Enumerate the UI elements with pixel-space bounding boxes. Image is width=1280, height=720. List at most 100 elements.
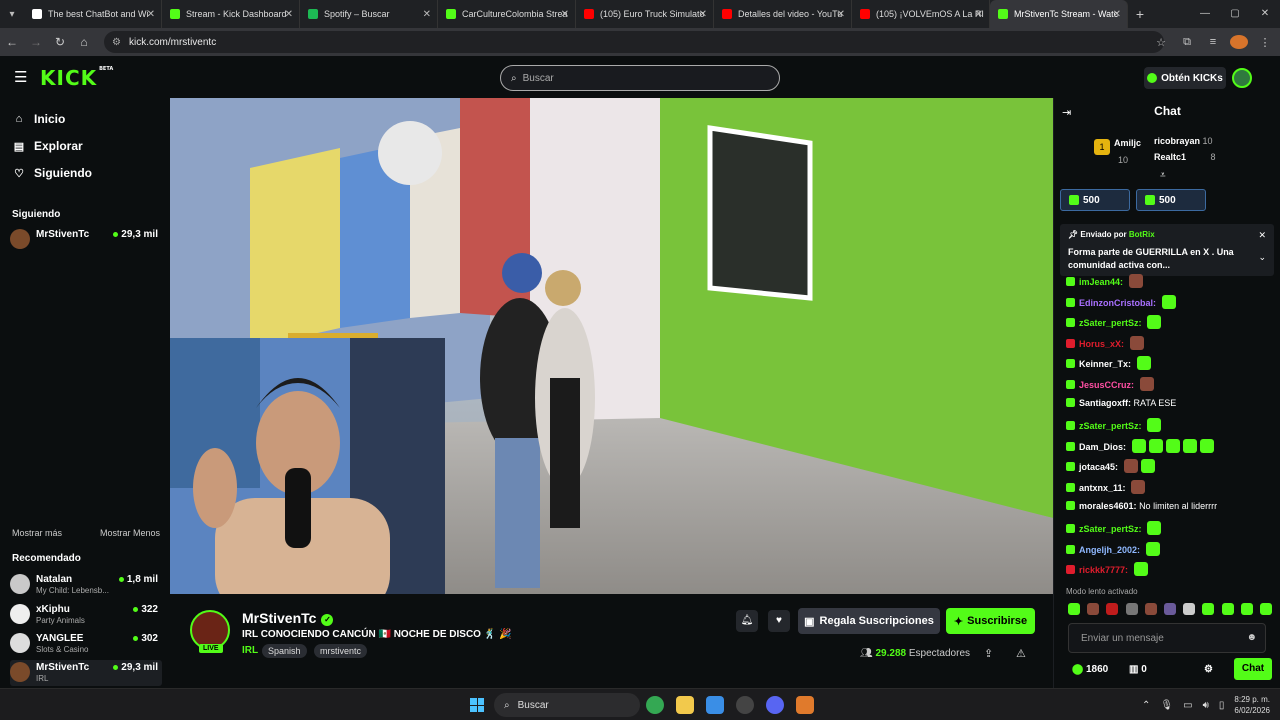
close-tab-icon[interactable]: ✕ bbox=[699, 9, 707, 20]
browser-menu-icon[interactable]: ⋮ bbox=[1256, 36, 1274, 49]
close-tab-icon[interactable]: ✕ bbox=[975, 9, 983, 20]
tray-chevron-icon[interactable]: ⌃ bbox=[1142, 700, 1150, 711]
close-tab-icon[interactable]: ✕ bbox=[423, 9, 431, 20]
chat-message[interactable]: EdinzonCristobal: bbox=[1066, 294, 1276, 309]
chat-message[interactable]: zSater_pertSz: bbox=[1066, 418, 1276, 433]
chat-message[interactable]: Santiagoxff: RATA ESE bbox=[1066, 397, 1276, 408]
chat-message[interactable]: Dam_Dios: bbox=[1066, 438, 1276, 453]
stream-category[interactable]: IRL bbox=[242, 645, 258, 656]
close-tab-icon[interactable]: ✕ bbox=[147, 9, 155, 20]
media-icon[interactable]: ≡ bbox=[1204, 36, 1222, 48]
emote[interactable] bbox=[1087, 603, 1100, 615]
discord-icon[interactable] bbox=[766, 696, 784, 714]
emote[interactable] bbox=[1240, 603, 1253, 615]
recommended-channel[interactable]: YANGLEE Slots & Casino 302 bbox=[10, 631, 162, 657]
chat-message[interactable]: zSater_pertSz: bbox=[1066, 315, 1276, 330]
chat-message[interactable]: morales4601: No limiten al liderrrr bbox=[1066, 500, 1276, 511]
chat-username[interactable]: zSater_pertSz: bbox=[1079, 318, 1142, 328]
report-warning-icon[interactable]: ⚠ bbox=[1016, 647, 1026, 660]
emote[interactable] bbox=[1144, 603, 1157, 615]
store-app-icon[interactable] bbox=[706, 696, 724, 714]
battery-icon[interactable]: ▯ bbox=[1219, 700, 1225, 711]
emote[interactable] bbox=[1221, 603, 1234, 615]
kicks-goal-pill[interactable]: 500 bbox=[1060, 189, 1130, 211]
extensions-icon[interactable]: ⧉ bbox=[1178, 36, 1196, 49]
chat-username[interactable]: imJean44: bbox=[1079, 277, 1123, 287]
close-tab-icon[interactable]: ✕ bbox=[285, 9, 293, 20]
emote[interactable] bbox=[1183, 603, 1196, 615]
tag-spanish[interactable]: Spanish bbox=[262, 644, 307, 658]
other-balance[interactable]: 0 bbox=[1141, 664, 1147, 675]
unpin-icon[interactable]: ✕ bbox=[1258, 230, 1266, 241]
kicks-balance[interactable]: 1860 bbox=[1086, 664, 1108, 675]
search-input[interactable]: ⌕ Buscar bbox=[500, 65, 780, 91]
chat-username[interactable]: Horus_xX: bbox=[1079, 339, 1124, 349]
emote[interactable] bbox=[1106, 603, 1119, 615]
chat-message[interactable]: Angelјh_2002: bbox=[1066, 541, 1276, 556]
menu-icon[interactable]: ☰ bbox=[14, 68, 27, 86]
chat-username[interactable]: Keinner_Tx: bbox=[1079, 359, 1131, 369]
follow-heart-icon[interactable]: ♥ bbox=[768, 610, 790, 632]
chrome-icon[interactable] bbox=[646, 696, 664, 714]
microphone-icon[interactable]: 🎙︎ bbox=[1160, 700, 1173, 711]
show-more-button[interactable]: Mostrar más bbox=[12, 528, 62, 538]
windows-start-icon[interactable] bbox=[470, 698, 484, 712]
close-window-icon[interactable]: ✕ bbox=[1250, 0, 1280, 28]
chat-message[interactable]: antxnx_11: bbox=[1066, 480, 1276, 494]
chat-message-input[interactable]: Enviar un mensaje ☻ bbox=[1068, 623, 1266, 653]
reload-icon[interactable]: ↻ bbox=[48, 35, 72, 49]
taskbar-search[interactable]: ⌕ Buscar bbox=[494, 693, 640, 717]
browser-tab[interactable]: Detalles del video - YouTu ✕ bbox=[714, 0, 852, 28]
video-player[interactable] bbox=[170, 98, 1053, 594]
emote[interactable] bbox=[1125, 603, 1138, 615]
chat-username[interactable]: JesusCCruz: bbox=[1079, 380, 1134, 390]
sidebar-item-explorar[interactable]: ▤ Explorar bbox=[12, 139, 83, 153]
obs-icon[interactable] bbox=[736, 696, 754, 714]
user-avatar[interactable] bbox=[1232, 68, 1252, 88]
recommended-channel-active[interactable]: MrStivenTc IRL 29,3 mil bbox=[10, 660, 162, 686]
chat-message[interactable]: imJean44: bbox=[1066, 274, 1276, 288]
chat-message[interactable]: jotaca45: bbox=[1066, 459, 1276, 474]
gift-subscriptions-button[interactable]: ▣ Regala Suscripciones bbox=[798, 608, 940, 634]
sidebar-item-inicio[interactable]: ⌂ Inicio bbox=[12, 112, 66, 126]
kick-logo[interactable]: KICK BETA bbox=[40, 66, 113, 90]
chat-username[interactable]: antxnx_11: bbox=[1079, 483, 1126, 493]
profile-avatar[interactable] bbox=[1230, 35, 1248, 49]
tag-mrstiventc[interactable]: mrstiventc bbox=[314, 644, 368, 658]
network-icon[interactable]: ▭ bbox=[1183, 700, 1192, 711]
chat-username[interactable]: rickkk7777: bbox=[1079, 565, 1128, 575]
sidebar-item-siguiendo[interactable]: ♡ Siguiendo bbox=[12, 166, 92, 180]
chat-message[interactable]: JesusCCruz: bbox=[1066, 377, 1276, 391]
chat-message[interactable]: Horus_xX: bbox=[1066, 335, 1276, 350]
file-explorer-icon[interactable] bbox=[676, 696, 694, 714]
recommended-channel[interactable]: Natalan My Child: Lebensb... 1,8 mil bbox=[10, 572, 162, 598]
close-tab-icon[interactable]: ✕ bbox=[837, 9, 845, 20]
browser-tab[interactable]: MrStivenTc Stream - Watc ✕ bbox=[990, 0, 1128, 28]
pinned-message[interactable]: 📌︎ Enviado por BotRix Forma parte de GUE… bbox=[1060, 224, 1274, 276]
expand-pinned-icon[interactable]: ⌄ bbox=[1258, 252, 1266, 263]
share-icon[interactable]: ⇪ bbox=[984, 647, 993, 660]
browser-tab[interactable]: CarCultureColombia Strea ✕ bbox=[438, 0, 576, 28]
emote[interactable] bbox=[1202, 603, 1215, 615]
close-tab-icon[interactable]: ✕ bbox=[561, 9, 569, 20]
browser-tab[interactable]: The best ChatBot and Wi ✕ bbox=[24, 0, 162, 28]
chat-settings-icon[interactable]: ⚙ bbox=[1204, 664, 1213, 675]
browser-tab[interactable]: (105) ¡VOLVEmOS A La RI ✕ bbox=[852, 0, 990, 28]
maximize-icon[interactable]: ▢ bbox=[1220, 0, 1250, 28]
emote[interactable] bbox=[1068, 603, 1080, 615]
back-icon[interactable]: ← bbox=[0, 35, 24, 49]
chat-username[interactable]: zSater_pertSz: bbox=[1079, 524, 1142, 534]
forward-icon[interactable]: → bbox=[24, 35, 48, 49]
chat-message[interactable]: zSater_pertSz: bbox=[1066, 521, 1276, 536]
get-kicks-button[interactable]: Obtén KICKs bbox=[1144, 67, 1226, 89]
chat-username[interactable]: jotaca45: bbox=[1079, 462, 1118, 472]
address-bar[interactable]: ⚙ kick.com/mrstiventc bbox=[104, 31, 1164, 53]
chat-username[interactable]: morales4601: bbox=[1079, 501, 1137, 511]
emote[interactable] bbox=[1259, 603, 1272, 615]
emote[interactable] bbox=[1163, 603, 1176, 615]
chat-username[interactable]: EdinzonCristobal: bbox=[1079, 298, 1156, 308]
close-tab-icon[interactable]: ✕ bbox=[1113, 9, 1121, 20]
minimize-icon[interactable]: — bbox=[1190, 0, 1220, 28]
send-chat-button[interactable]: Chat bbox=[1234, 658, 1272, 680]
expand-leaderboard-icon[interactable]: ⩡ bbox=[1160, 170, 1166, 181]
